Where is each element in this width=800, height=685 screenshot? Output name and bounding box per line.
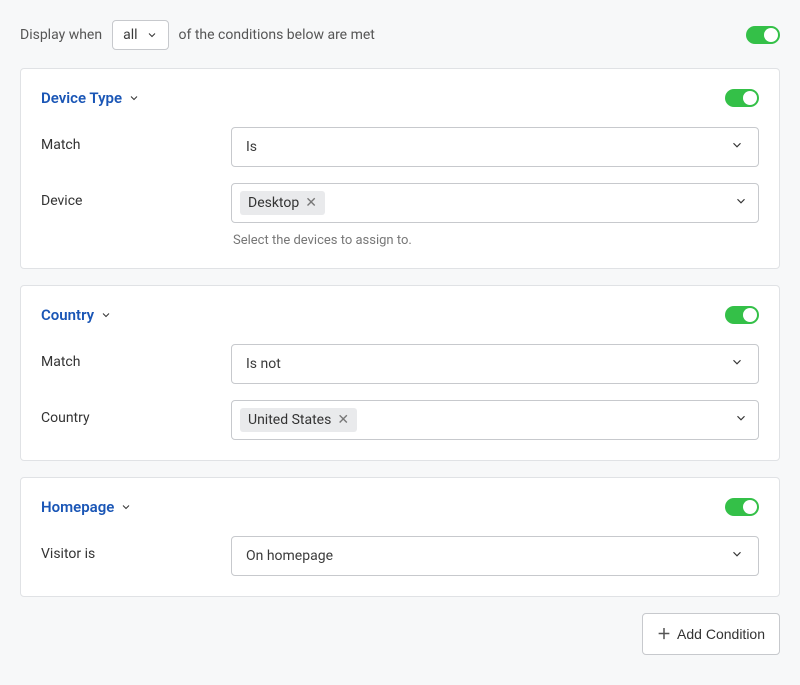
condition-title-toggle[interactable]: Homepage	[41, 498, 132, 516]
condition-card-homepage: Homepage Visitor is On homepage	[20, 477, 780, 597]
condition-title-toggle[interactable]: Country	[41, 306, 112, 324]
match-label: Match	[41, 127, 231, 153]
country-chip-label: United States	[248, 412, 331, 428]
conditions-master-toggle[interactable]	[746, 26, 780, 44]
add-condition-button[interactable]: ＋ Add Condition	[642, 613, 780, 655]
match-value: Is not	[246, 356, 281, 372]
condition-enable-toggle[interactable]	[725, 306, 759, 324]
match-value: Is	[246, 139, 257, 155]
country-multi-select[interactable]: United States ✕	[231, 400, 759, 440]
chevron-down-icon	[730, 138, 744, 156]
match-mode-select[interactable]: all	[112, 20, 168, 50]
match-mode-value: all	[123, 27, 137, 43]
visitor-select[interactable]: On homepage	[231, 536, 759, 576]
conditions-header: Display when all of the conditions below…	[20, 20, 780, 50]
add-condition-label: Add Condition	[677, 626, 765, 642]
device-chip: Desktop ✕	[240, 191, 325, 215]
visitor-value: On homepage	[246, 548, 333, 564]
chevron-down-icon	[128, 92, 140, 104]
condition-title: Device Type	[41, 89, 122, 107]
device-label: Device	[41, 183, 231, 209]
display-when-prefix: Display when	[20, 27, 102, 43]
condition-title: Homepage	[41, 498, 114, 516]
condition-card-device-type: Device Type Match Is Device Desktop	[20, 68, 780, 269]
device-helper-text: Select the devices to assign to.	[231, 233, 759, 248]
condition-enable-toggle[interactable]	[725, 498, 759, 516]
chevron-down-icon	[730, 547, 744, 565]
chevron-down-icon	[120, 501, 132, 513]
country-label: Country	[41, 400, 231, 426]
close-icon[interactable]: ✕	[305, 196, 317, 210]
visitor-label: Visitor is	[41, 536, 231, 562]
condition-enable-toggle[interactable]	[725, 89, 759, 107]
match-select[interactable]: Is not	[231, 344, 759, 384]
condition-title-toggle[interactable]: Device Type	[41, 89, 140, 107]
plus-icon: ＋	[657, 624, 671, 644]
country-chip: United States ✕	[240, 408, 357, 432]
chevron-down-icon	[100, 309, 112, 321]
chevron-down-icon	[734, 411, 748, 429]
device-chip-label: Desktop	[248, 195, 299, 211]
match-select[interactable]: Is	[231, 127, 759, 167]
chevron-down-icon	[730, 355, 744, 373]
condition-card-country: Country Match Is not Country United Stat…	[20, 285, 780, 461]
chevron-down-icon	[734, 194, 748, 212]
display-when-suffix: of the conditions below are met	[179, 27, 375, 43]
footer: ＋ Add Condition	[20, 613, 780, 655]
device-multi-select[interactable]: Desktop ✕	[231, 183, 759, 223]
match-label: Match	[41, 344, 231, 370]
condition-title: Country	[41, 306, 94, 324]
chevron-down-icon	[146, 29, 158, 41]
close-icon[interactable]: ✕	[337, 413, 349, 427]
